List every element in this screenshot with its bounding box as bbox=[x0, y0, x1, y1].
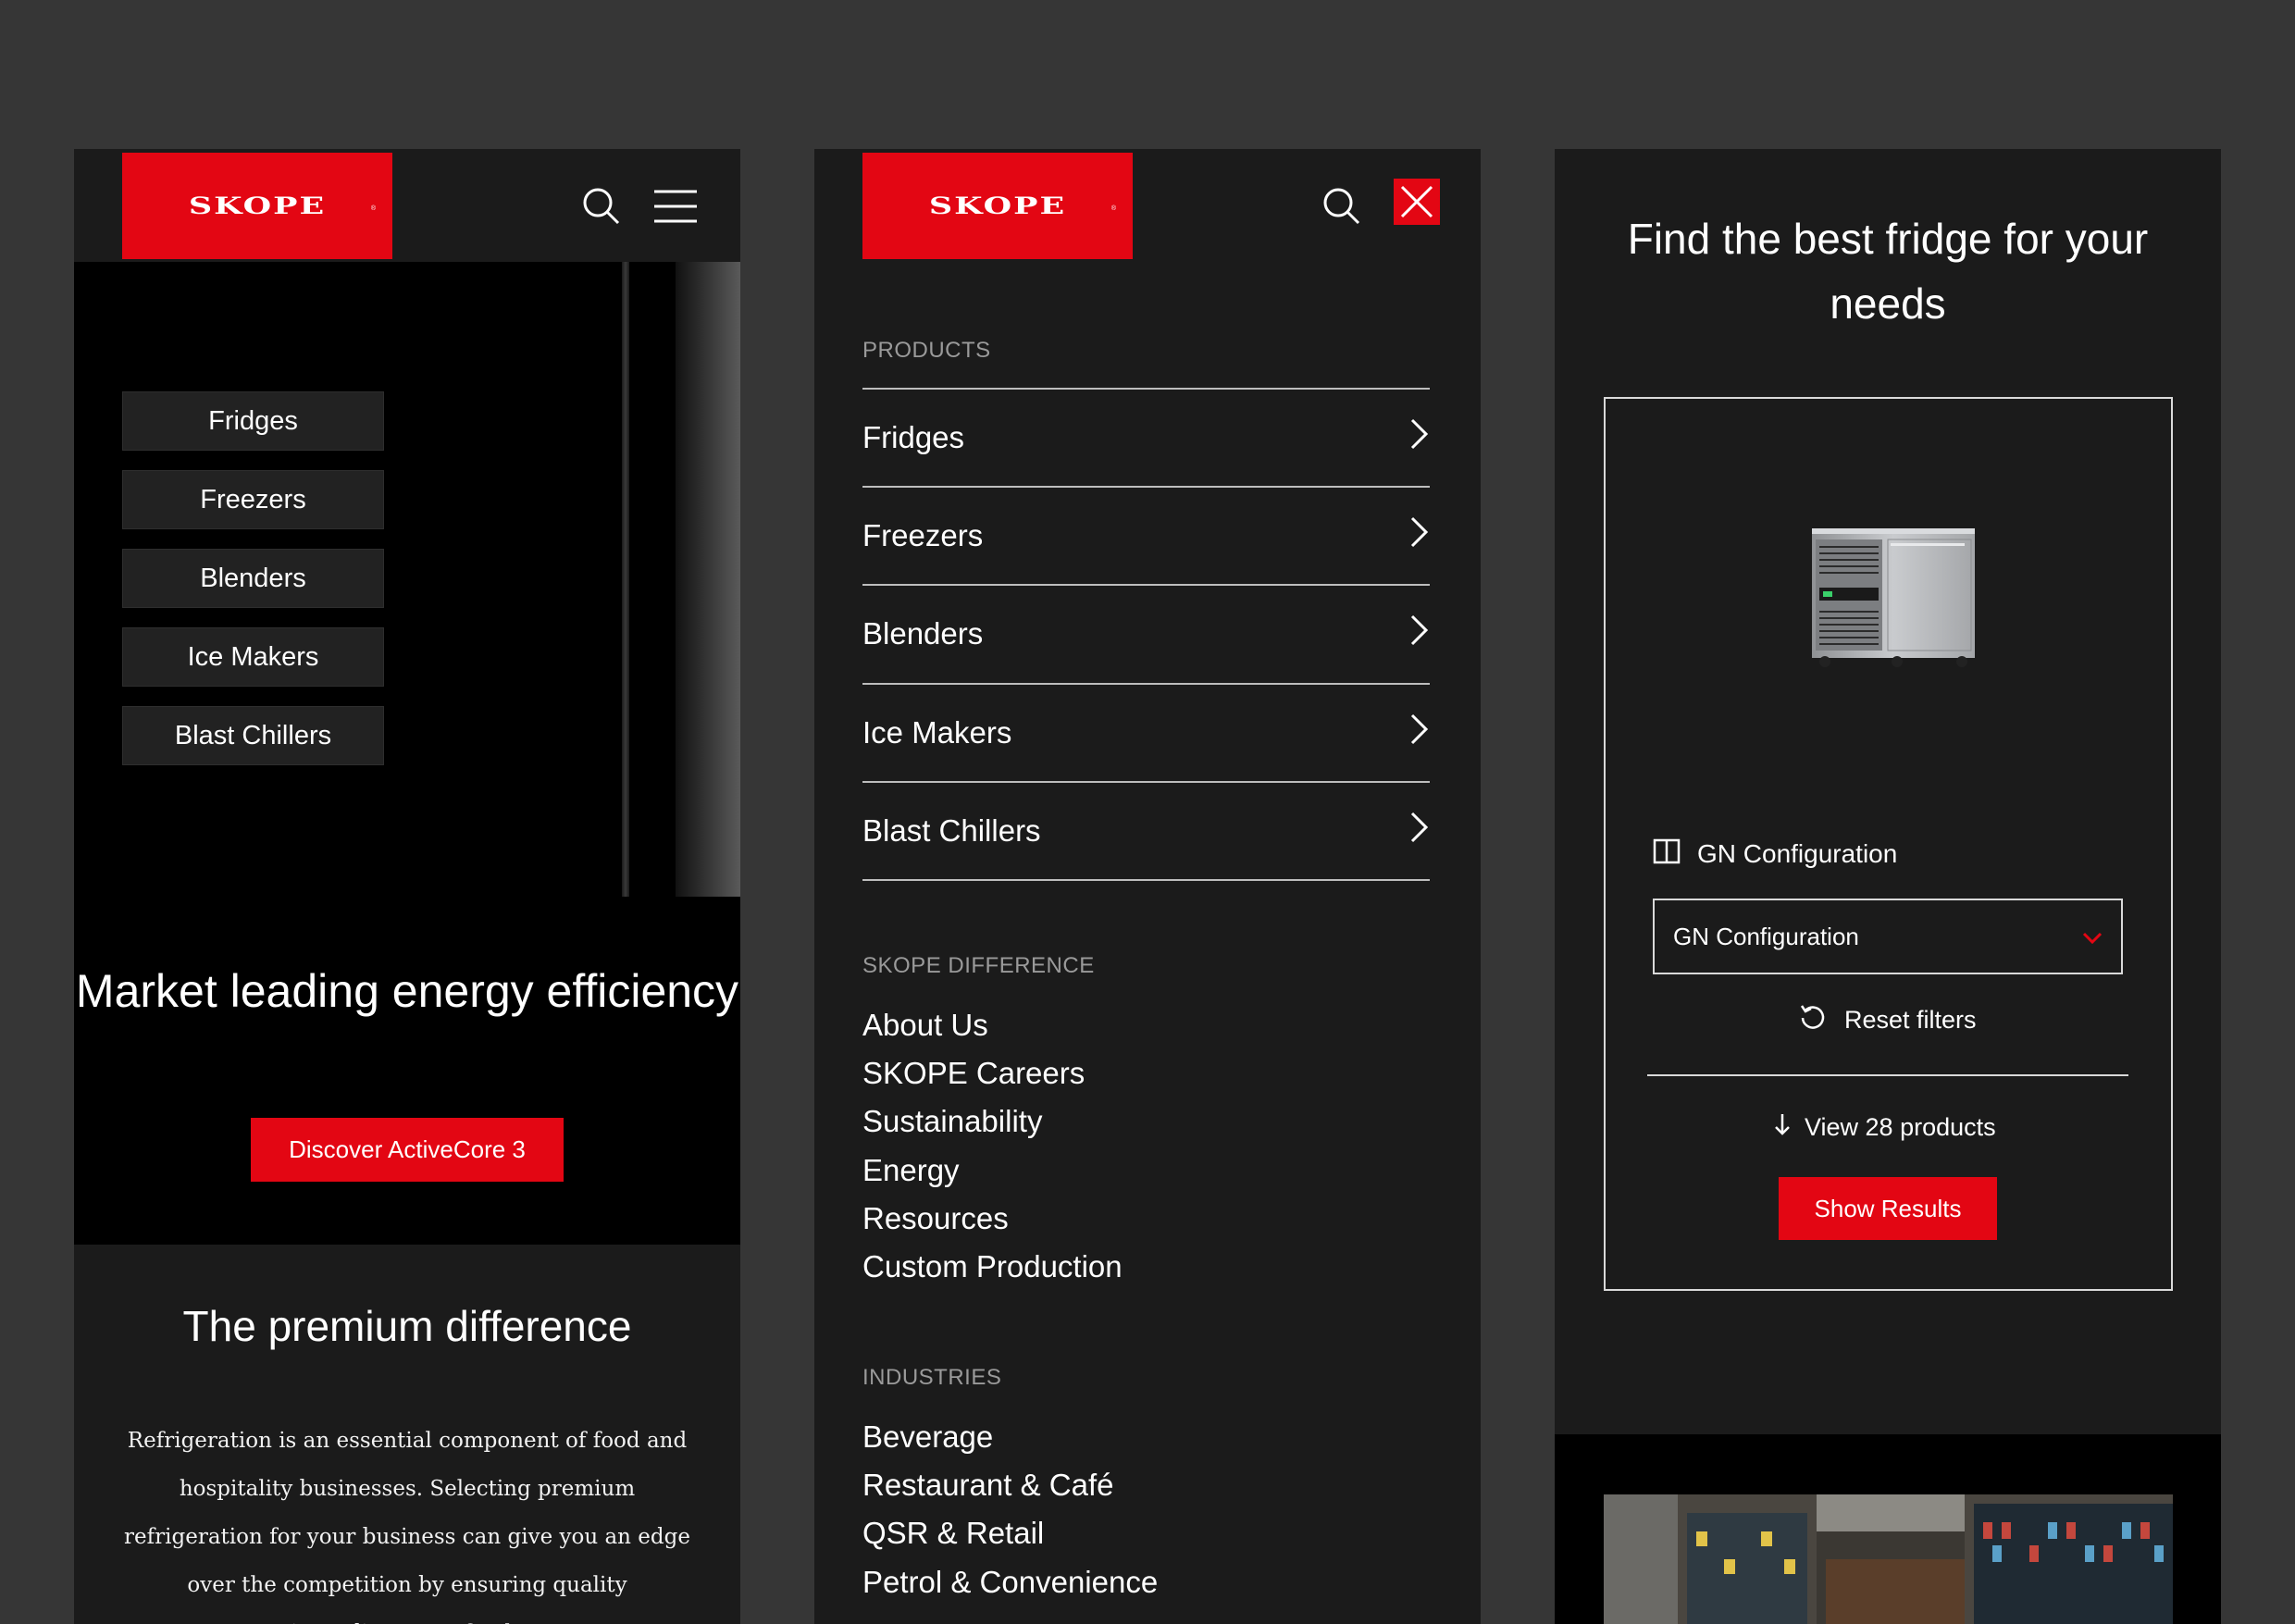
category-button-ice-makers[interactable]: Ice Makers bbox=[122, 627, 384, 687]
menu-item-ice-makers[interactable]: Ice Makers bbox=[862, 683, 1430, 781]
menu-item-label: Blenders bbox=[862, 616, 984, 651]
menu-item-freezers[interactable]: Freezers bbox=[862, 486, 1430, 584]
store-interior-image bbox=[1604, 1494, 2173, 1624]
reset-filters-button[interactable]: Reset filters bbox=[1798, 1002, 1977, 1038]
arrow-down-icon bbox=[1773, 1111, 1792, 1144]
chevron-right-icon bbox=[1409, 811, 1430, 851]
chevron-right-icon bbox=[1409, 614, 1430, 654]
skope-logo[interactable]: SKOPE ® bbox=[122, 153, 392, 259]
menu-divider bbox=[862, 879, 1430, 881]
fridge-product-image bbox=[1795, 519, 1980, 667]
menu-item-fridges[interactable]: Fridges bbox=[862, 388, 1430, 486]
link-qsr-retail[interactable]: QSR & Retail bbox=[862, 1516, 1044, 1551]
menu-item-label: Ice Makers bbox=[862, 715, 1012, 750]
link-skope-careers[interactable]: SKOPE Careers bbox=[862, 1056, 1085, 1091]
product-finder-screen: Find the best fridge for your needs GN C… bbox=[1555, 149, 2221, 1624]
logo-registered-mark: ® bbox=[1110, 205, 1116, 212]
category-button-freezers[interactable]: Freezers bbox=[122, 470, 384, 529]
logo-wordmark: SKOPE bbox=[188, 192, 327, 220]
products-heading: PRODUCTS bbox=[862, 338, 991, 363]
chevron-right-icon bbox=[1409, 515, 1430, 556]
hamburger-menu-icon[interactable] bbox=[650, 182, 701, 230]
chevron-right-icon bbox=[1409, 417, 1430, 458]
reset-icon bbox=[1798, 1002, 1828, 1038]
discover-activecore-button[interactable]: Discover ActiveCore 3 bbox=[251, 1118, 564, 1182]
search-icon[interactable] bbox=[1314, 179, 1370, 234]
industries-heading: INDUSTRIES bbox=[862, 1365, 1002, 1390]
site-header: SKOPE ® bbox=[74, 149, 740, 262]
logo-wordmark: SKOPE bbox=[928, 192, 1067, 220]
hero-decoration bbox=[676, 262, 740, 897]
menu-screen: SKOPE ® PRODUCTS Fridges Freezers Blende… bbox=[814, 149, 1481, 1624]
columns-icon bbox=[1653, 838, 1681, 869]
home-screen: SKOPE ® Fridges Freezers Blenders Ice Ma… bbox=[74, 149, 740, 1624]
link-sustainability[interactable]: Sustainability bbox=[862, 1104, 1042, 1139]
skope-logo[interactable]: SKOPE ® bbox=[862, 153, 1133, 259]
finder-title: Find the best fridge for your needs bbox=[1627, 215, 2149, 328]
show-results-button[interactable]: Show Results bbox=[1779, 1177, 1997, 1240]
filter-label-text: GN Configuration bbox=[1697, 838, 1898, 868]
category-button-blast-chillers[interactable]: Blast Chillers bbox=[122, 706, 384, 765]
search-icon[interactable] bbox=[574, 179, 629, 234]
gn-configuration-select[interactable]: GN Configuration bbox=[1653, 899, 2123, 974]
view-products-link[interactable]: View 28 products bbox=[1773, 1111, 1996, 1144]
gn-configuration-filter-label: GN Configuration bbox=[1653, 838, 1897, 869]
skope-difference-heading: SKOPE DIFFERENCE bbox=[862, 953, 1095, 978]
section-title: The premium difference bbox=[182, 1302, 632, 1350]
site-header: SKOPE ® bbox=[814, 149, 1481, 262]
logo-registered-mark: ® bbox=[370, 205, 376, 212]
close-icon[interactable] bbox=[1394, 179, 1440, 225]
select-value: GN Configuration bbox=[1673, 922, 1859, 950]
hero-title: Market leading energy efficiency bbox=[75, 965, 739, 1017]
intro-paragraph: Refrigeration is an essential component … bbox=[124, 1429, 690, 1624]
menu-item-label: Fridges bbox=[862, 420, 965, 454]
category-button-blenders[interactable]: Blenders bbox=[122, 549, 384, 608]
link-custom-production[interactable]: Custom Production bbox=[862, 1249, 1123, 1284]
link-petrol-convenience[interactable]: Petrol & Convenience bbox=[862, 1565, 1158, 1600]
menu-item-label: Freezers bbox=[862, 518, 984, 552]
chevron-down-icon bbox=[2082, 923, 2103, 951]
filter-divider bbox=[1647, 1074, 2128, 1076]
link-energy[interactable]: Energy bbox=[862, 1153, 960, 1188]
reset-filters-label: Reset filters bbox=[1844, 1006, 1977, 1034]
link-about-us[interactable]: About Us bbox=[862, 1008, 988, 1043]
menu-item-blast-chillers[interactable]: Blast Chillers bbox=[862, 781, 1430, 879]
chevron-right-icon bbox=[1409, 713, 1430, 753]
link-resources[interactable]: Resources bbox=[862, 1201, 1009, 1236]
menu-item-blenders[interactable]: Blenders bbox=[862, 584, 1430, 682]
hero-decoration bbox=[622, 262, 629, 897]
link-restaurant-cafe[interactable]: Restaurant & Café bbox=[862, 1468, 1113, 1503]
category-button-fridges[interactable]: Fridges bbox=[122, 391, 384, 451]
link-beverage[interactable]: Beverage bbox=[862, 1419, 993, 1455]
menu-item-label: Blast Chillers bbox=[862, 813, 1041, 848]
view-products-label: View 28 products bbox=[1805, 1113, 1996, 1141]
